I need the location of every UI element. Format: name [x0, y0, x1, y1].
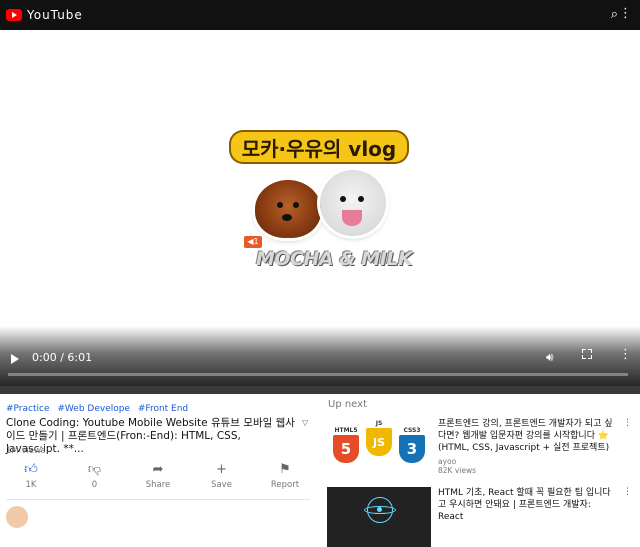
up-next-channel: ayoo	[438, 457, 457, 466]
more-vert-icon[interactable]: ⋮	[623, 418, 632, 428]
dog-milk-image	[320, 170, 386, 236]
save-button[interactable]: + Save	[197, 462, 247, 494]
up-next-title: 프론트엔드 강의, 프론트엔드 개발자가 되고 싶다면? 웹개발 입문자편 강의…	[438, 419, 613, 453]
html5-badge: HTML5 5	[331, 427, 361, 463]
thumbnail-title: 모카·우유의 vlog	[241, 136, 397, 161]
up-next-item[interactable]: HTML5 5 JS JS CSS3 3 프론트엔드 강의, 프론트엔드 개발자…	[327, 418, 633, 478]
thumbs-up-icon: 👍︎	[24, 462, 38, 477]
share-label: Share	[145, 480, 171, 490]
like-button[interactable]: 👍︎ 1K	[6, 462, 56, 494]
dog-mocha-image	[255, 180, 321, 238]
html5-shield-icon: 5	[333, 435, 359, 463]
hashtags: #Practice #Web Develope #Front End	[6, 404, 193, 414]
js-badge: JS JS	[364, 420, 394, 456]
hashtag-link[interactable]: #Web Develope	[57, 404, 130, 414]
js-shield-icon: JS	[366, 428, 392, 456]
player-more-icon[interactable]: ⋮	[619, 348, 632, 361]
plus-icon: +	[216, 462, 227, 477]
css3-shield-icon: 3	[399, 435, 425, 463]
thumbnail-title-banner: 모카·우유의 vlog	[231, 132, 407, 162]
like-count: 1K	[25, 480, 37, 490]
more-vert-icon[interactable]: ⋮	[623, 487, 632, 497]
more-vert-icon[interactable]: ⋮	[619, 6, 632, 21]
progress-bar[interactable]	[8, 373, 628, 376]
video-player[interactable]: 모카·우유의 vlog ◀1 MOCHA & MILK 0:00 / 6:01 …	[0, 30, 640, 386]
badge-label: CSS3	[403, 427, 421, 434]
logo-text: YouTube	[27, 8, 83, 22]
search-icon[interactable]: ⌕	[611, 7, 618, 22]
video-thumbnail[interactable]	[327, 487, 431, 547]
expand-chevron-icon[interactable]: ▽	[302, 418, 308, 427]
player-controls: 0:00 / 6:01 🔊︎ ⋮	[0, 326, 640, 386]
up-next-views: 82K views	[438, 466, 477, 475]
share-icon: ➦	[152, 462, 164, 477]
fullscreen-icon[interactable]	[582, 349, 592, 359]
youtube-logo-icon	[6, 9, 22, 21]
video-thumbnail[interactable]: HTML5 5 JS JS CSS3 3	[327, 418, 431, 478]
divider	[6, 499, 310, 500]
save-label: Save	[211, 480, 232, 490]
channel-avatar[interactable]	[6, 506, 28, 528]
play-icon[interactable]	[11, 354, 19, 364]
up-next-item[interactable]: HTML 기초, React 할때 꼭 필요한 팁 입니다고 우시하면 안돼요 …	[327, 487, 633, 547]
up-next-meta: ayoo 82K views	[438, 457, 476, 475]
badge-label: JS	[375, 420, 383, 427]
volume-icon[interactable]: 🔊︎	[546, 350, 554, 365]
player-bottom-strip	[0, 386, 640, 394]
view-count: 1M views	[6, 446, 46, 456]
react-logo-icon	[364, 497, 396, 523]
up-next-heading: Up next	[328, 399, 367, 410]
time-display: 0:00 / 6:01	[32, 351, 93, 364]
thumbnail-subtitle: MOCHA & MILK	[256, 248, 413, 270]
report-button[interactable]: ⚑ Report	[260, 462, 310, 494]
youtube-logo[interactable]: YouTube	[6, 8, 83, 22]
css3-badge: CSS3 3	[397, 427, 427, 463]
hashtag-link[interactable]: #Front End	[138, 404, 188, 414]
badge-label: HTML5	[334, 427, 358, 434]
share-button[interactable]: ➦ Share	[133, 462, 183, 494]
dislike-button[interactable]: 👎︎ 0	[70, 462, 120, 494]
up-next-title: HTML 기초, React 할때 꼭 필요한 팁 입니다고 우시하면 안돼요 …	[438, 488, 611, 522]
sound-sticker: ◀1	[244, 236, 262, 248]
top-bar: YouTube ⌕ ⋮	[0, 0, 640, 30]
report-label: Report	[270, 480, 300, 490]
video-title: Clone Coding: Youtube Mobile Website 유튜브…	[6, 417, 295, 455]
flag-icon: ⚑	[279, 462, 291, 477]
thumbs-down-icon: 👎︎	[87, 462, 102, 477]
dislike-count: 0	[91, 480, 98, 490]
hashtag-link[interactable]: #Practice	[6, 404, 50, 414]
action-bar: 👍︎ 1K 👎︎ 0 ➦ Share + Save ⚑ Report	[6, 462, 310, 494]
